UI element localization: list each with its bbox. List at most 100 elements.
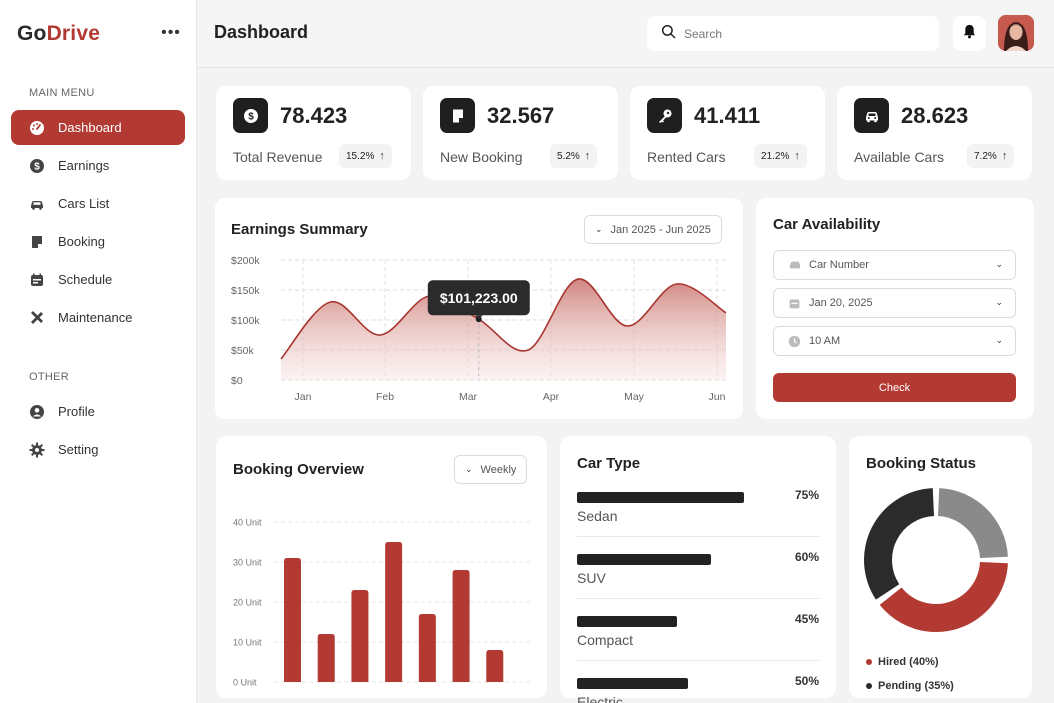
donut-slice xyxy=(879,561,1008,632)
stat-label: Rented Cars xyxy=(647,149,726,165)
sidebar-item-label: Schedule xyxy=(58,272,113,287)
chevron-down-icon: ⌄ xyxy=(595,224,603,234)
booking-overview-title: Booking Overview xyxy=(233,461,364,478)
chevron-down-icon: ⌄ xyxy=(995,259,1003,269)
sidebar-item-label: Cars List xyxy=(58,196,110,211)
date-value: Jan 20, 2025 xyxy=(809,297,873,309)
top-header: Dashboard xyxy=(197,0,1054,68)
sidebar-item-booking[interactable]: Booking xyxy=(11,224,185,259)
period-dropdown[interactable]: ⌄ Weekly xyxy=(454,455,528,484)
legend-label: Pending (35%) xyxy=(878,680,954,692)
booking-icon xyxy=(29,234,45,250)
car-type-title: Car Type xyxy=(577,455,641,472)
arrow-up-icon: ↑ xyxy=(794,150,800,162)
dollar-coin-icon: $ xyxy=(29,158,45,174)
page-title: Dashboard xyxy=(214,22,309,42)
calendar-icon xyxy=(29,272,45,288)
change-value: 21.2% xyxy=(761,150,790,162)
bar xyxy=(385,542,403,682)
bar xyxy=(351,590,369,682)
notification-button[interactable] xyxy=(953,16,986,51)
sidebar-item-label: Profile xyxy=(58,404,95,419)
tooltip-value: $101,223.00 xyxy=(440,290,518,306)
clock-icon xyxy=(788,334,802,348)
sidebar-item-maintenance[interactable]: Maintenance xyxy=(11,300,185,335)
change-value: 5.2% xyxy=(557,150,580,162)
arrow-up-icon: ↑ xyxy=(379,150,385,162)
brand-logo[interactable]: GoDrive xyxy=(17,22,100,46)
divider xyxy=(577,598,819,599)
check-button[interactable]: Check xyxy=(773,373,1016,402)
stat-value: 32.567 xyxy=(487,103,555,128)
other-label: OTHER xyxy=(29,371,69,383)
booking-icon xyxy=(440,98,475,133)
search-bar[interactable] xyxy=(647,16,939,51)
dashboard-gauge-icon xyxy=(29,120,45,136)
x-tick-label: Jun xyxy=(709,391,726,403)
legend-label: Hired (40%) xyxy=(878,656,939,668)
car-type-bar xyxy=(577,616,678,627)
x-tick-label: Apr xyxy=(543,391,560,403)
car-type-name: Electric xyxy=(577,694,623,703)
y-tick-label: $50k xyxy=(231,345,255,357)
donut-slice xyxy=(864,488,935,600)
change-badge: 5.2% ↑ xyxy=(550,144,598,168)
more-horizontal-icon[interactable]: ••• xyxy=(161,22,181,44)
car-number-select[interactable]: Car Number ⌄ xyxy=(773,250,1016,280)
y-tick-label: 10 Unit xyxy=(233,638,262,648)
sidebar-item-label: Dashboard xyxy=(58,120,122,135)
legend-dot xyxy=(866,683,872,689)
bell-icon xyxy=(962,23,977,44)
sidebar-item-setting[interactable]: Setting xyxy=(11,432,185,467)
time-select[interactable]: 10 AM ⌄ xyxy=(773,326,1016,356)
bar xyxy=(486,650,504,682)
booking-overview-card: Booking Overview ⌄ Weekly 0 Unit 10 Unit 2… xyxy=(216,436,547,698)
divider xyxy=(577,660,819,661)
stat-card-available-cars: 28.623 Available Cars 7.2% ↑ xyxy=(837,86,1032,180)
search-input[interactable] xyxy=(684,26,914,41)
sidebar-item-earnings[interactable]: $ Earnings xyxy=(11,148,185,183)
gear-icon xyxy=(29,442,45,458)
car-type-percent: 50% xyxy=(794,674,819,688)
sidebar-item-profile[interactable]: Profile xyxy=(11,394,185,429)
arrow-up-icon: ↑ xyxy=(1001,150,1008,162)
date-range-dropdown[interactable]: ⌄ Jan 2025 - Jun 2025 xyxy=(584,215,722,244)
stat-label: Available Cars xyxy=(854,149,945,165)
y-tick-label: 20 Unit xyxy=(233,598,262,608)
key-icon xyxy=(647,98,682,133)
booking-status-donut xyxy=(864,488,1008,632)
sidebar-item-dashboard[interactable]: Dashboard xyxy=(11,110,185,145)
sidebar-item-cars-list[interactable]: Cars List xyxy=(11,186,185,221)
date-select[interactable]: Jan 20, 2025 ⌄ xyxy=(773,288,1016,318)
car-icon xyxy=(854,98,889,133)
car-type-name: SUV xyxy=(577,570,606,586)
earnings-summary-card: Earnings Summary ⌄ Jan 2025 - Jun 2025 $… xyxy=(215,198,743,419)
car-type-bar xyxy=(577,554,711,565)
sidebar-item-schedule[interactable]: Schedule xyxy=(11,262,185,297)
y-tick-label: $0 xyxy=(231,375,243,387)
change-badge: 21.2% ↑ xyxy=(754,144,807,168)
donut-slice xyxy=(937,488,1008,559)
change-badge: 7.2% ↑ xyxy=(967,144,1015,168)
date-range-label: Jan 2025 - Jun 2025 xyxy=(610,223,711,236)
car-type-percent: 75% xyxy=(794,488,819,502)
arrow-up-icon: ↑ xyxy=(584,150,591,162)
avatar[interactable] xyxy=(998,15,1034,51)
car-type-name: Compact xyxy=(577,632,634,648)
car-type-bar xyxy=(577,492,744,503)
user-icon xyxy=(29,404,45,420)
y-tick-label: 40 Unit xyxy=(233,518,262,528)
y-tick-label: $150k xyxy=(231,285,260,297)
y-tick-label: $100k xyxy=(231,315,260,327)
brand-part2: Drive xyxy=(46,22,101,45)
chevron-down-icon: ⌄ xyxy=(995,297,1003,307)
booking-bar-chart: 0 Unit 10 Unit 20 Unit 30 Unit 40 Unit xyxy=(233,518,530,688)
y-tick-label: 30 Unit xyxy=(233,558,262,568)
stat-value: 28.623 xyxy=(901,103,969,128)
stat-value: 41.411 xyxy=(694,103,761,128)
divider xyxy=(577,536,819,537)
earnings-area-chart: $0 $50k $100k $150k $200k Jan Feb Mar Apr May Jun $… xyxy=(231,255,727,403)
bar xyxy=(317,634,335,682)
stat-card-new-booking: 32.567 New Booking 5.2% ↑ xyxy=(423,86,618,180)
time-value: 10 AM xyxy=(809,335,841,347)
